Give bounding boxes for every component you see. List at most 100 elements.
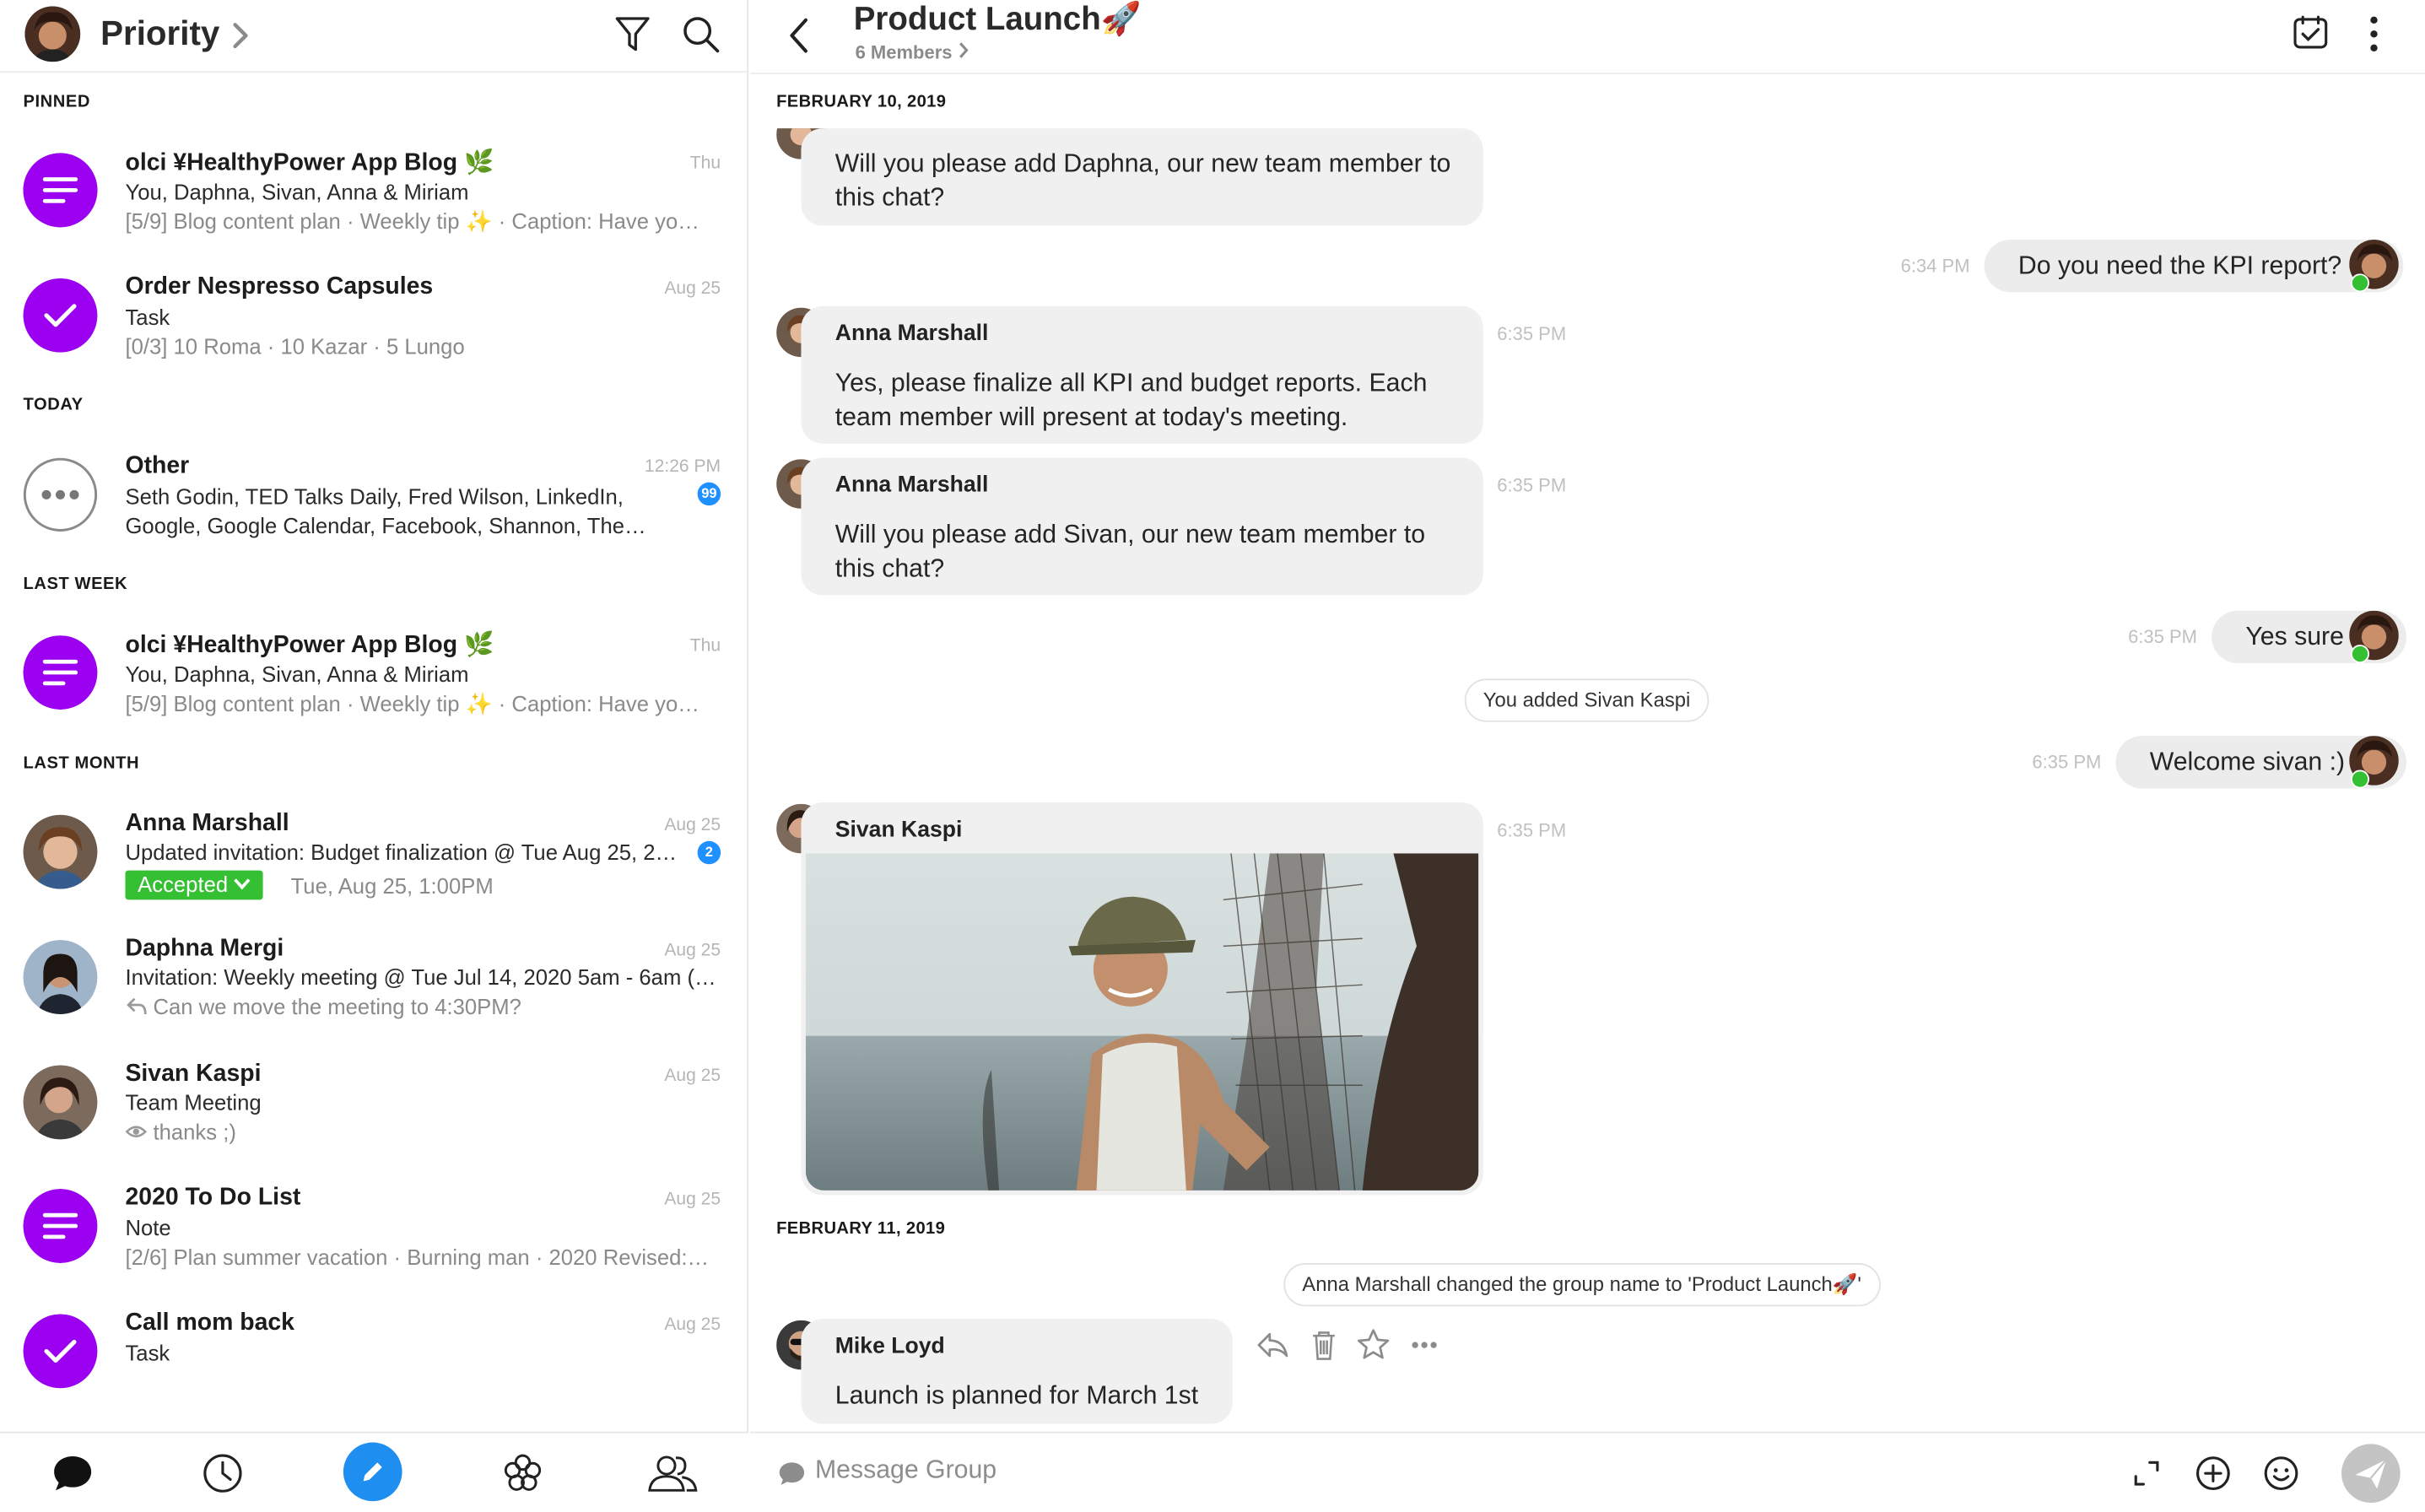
reply-icon[interactable] <box>1256 1330 1289 1361</box>
avatar <box>23 940 98 1014</box>
trash-icon[interactable] <box>1310 1330 1337 1361</box>
list-icon <box>23 635 98 710</box>
accepted-label: Accepted <box>138 872 229 897</box>
reply-icon <box>127 997 147 1015</box>
system-message: Anna Marshall changed the group name to … <box>1283 1262 1880 1307</box>
conversation-item[interactable]: Anna Marshall Updated invitation: Budget… <box>0 801 748 925</box>
message-bubble[interactable]: Sivan Kaspi <box>801 802 1483 1196</box>
task-check-icon[interactable] <box>2292 14 2329 51</box>
add-icon[interactable] <box>2195 1455 2232 1492</box>
message-text: Will you please add Sivan, our new team … <box>834 521 1426 583</box>
chat-title[interactable]: Product Launch🚀 <box>854 2 1142 39</box>
back-icon[interactable] <box>784 15 815 56</box>
nav-groups[interactable] <box>495 1445 551 1501</box>
message-bubble[interactable]: Anna Marshall Will you please add Sivan,… <box>801 457 1483 596</box>
message-bubble-outgoing[interactable]: Do you need the KPI report? <box>1984 240 2404 293</box>
message-bubble[interactable]: Will you please add Daphna, our new team… <box>801 128 1483 226</box>
emoji-icon[interactable] <box>2263 1455 2300 1492</box>
people-icon <box>648 1455 698 1492</box>
message-text: Will you please add Daphna, our new team… <box>834 149 1451 213</box>
conversation-time: Aug 25 <box>664 816 721 835</box>
message-text: Yes, please finalize all KPI and budget … <box>834 369 1428 432</box>
conversation-name: Order Nespresso Capsules <box>125 273 434 300</box>
message-text: Yes sure <box>2245 623 2344 651</box>
message-bubble[interactable]: Anna Marshall Yes, please finalize all K… <box>801 305 1483 444</box>
conversation-item[interactable]: Sivan Kaspi Team Meeting thanks ;) Aug 2… <box>0 1051 748 1175</box>
bottom-navigation <box>0 1431 749 1512</box>
message-time: 6:34 PM <box>1900 255 1970 277</box>
conversation-preview: [0/3] 10 Roma · 10 Kazar · 5 Lungo <box>125 333 465 359</box>
check-icon <box>23 1314 98 1389</box>
conversation-time: Aug 25 <box>664 279 721 299</box>
conversation-name: 2020 To Do List <box>125 1184 301 1211</box>
flower-icon <box>504 1454 542 1491</box>
chat-bubble-icon <box>54 1456 92 1491</box>
unread-badge: 2 <box>697 840 721 865</box>
user-avatar[interactable] <box>24 6 81 62</box>
more-horizontal-icon <box>23 457 98 532</box>
message-input[interactable]: Message Group <box>815 1456 996 1486</box>
conversation-time: Aug 25 <box>664 941 721 960</box>
photo-attachment[interactable] <box>805 853 1479 1191</box>
unread-badge: 99 <box>697 482 721 506</box>
date-separator: FEBRUARY 11, 2019 <box>776 1219 946 1239</box>
conversation-item[interactable]: olci ¥HealthyPower App Blog 🌿 You, Daphn… <box>0 622 748 746</box>
conversation-type: Task <box>125 304 170 330</box>
members-count: 6 Members <box>855 41 953 64</box>
nav-recent[interactable] <box>195 1445 251 1501</box>
filter-icon[interactable] <box>613 14 653 54</box>
message-time: 6:35 PM <box>2032 751 2102 774</box>
date-separator: FEBRUARY 10, 2019 <box>776 92 947 111</box>
conversation-item[interactable]: Order Nespresso Capsules Task [0/3] 10 R… <box>0 264 748 388</box>
nav-compose[interactable] <box>343 1442 402 1502</box>
seen-indicator <box>2351 770 2370 789</box>
conversation-preview: Invitation: Weekly meeting @ Tue Jul 14,… <box>125 964 716 990</box>
conversation-item[interactable]: Daphna Mergi Invitation: Weekly meeting … <box>0 926 748 1050</box>
avatar <box>23 814 98 889</box>
conversation-item[interactable]: Call mom back Task Aug 25 <box>0 1300 748 1424</box>
conversation-participants-more: Google, Google Calendar, Facebook, Shann… <box>125 513 646 538</box>
nav-chats[interactable] <box>45 1445 100 1501</box>
send-icon[interactable] <box>2340 1443 2401 1504</box>
seen-indicator <box>2351 273 2370 293</box>
list-icon <box>23 1189 98 1263</box>
message-time: 6:35 PM <box>1497 322 1567 345</box>
conversation-name: Daphna Mergi <box>125 935 284 962</box>
more-vertical-icon[interactable] <box>2366 14 2381 54</box>
star-icon[interactable] <box>1356 1328 1390 1360</box>
message-bubble[interactable]: Mike Loyd Launch is planned for March 1s… <box>801 1318 1233 1424</box>
section-label-today: TODAY <box>23 396 84 415</box>
message-sender: Anna Marshall <box>834 321 989 347</box>
nav-contacts[interactable] <box>645 1445 700 1501</box>
conversation-participants: Seth Godin, TED Talks Daily, Fred Wilson… <box>125 483 624 509</box>
message-text: Welcome sivan :) <box>2149 748 2346 776</box>
chevron-right-icon <box>959 42 969 58</box>
message-text: Do you need the KPI report? <box>2017 251 2342 280</box>
system-message: You added Sivan Kaspi <box>1464 678 1709 722</box>
message-time: 6:35 PM <box>2128 626 2198 648</box>
check-icon <box>23 278 98 353</box>
seen-indicator <box>2351 645 2370 664</box>
event-datetime: Tue, Aug 25, 1:00PM <box>290 873 494 899</box>
accepted-button[interactable]: Accepted <box>125 870 264 900</box>
message-sender: Anna Marshall <box>834 472 989 499</box>
chevron-right-icon[interactable] <box>229 19 251 52</box>
pencil-icon <box>363 1462 382 1482</box>
chat-bubble-icon <box>779 1462 805 1485</box>
conversation-item[interactable]: 2020 To Do List Note [2/6] Plan summer v… <box>0 1175 748 1299</box>
conversation-name: olci ¥HealthyPower App Blog 🌿 <box>125 149 494 176</box>
conversation-participants: You, Daphna, Sivan, Anna & Miriam <box>125 662 469 687</box>
seen-eye-icon <box>125 1126 148 1138</box>
message-time: 6:35 PM <box>1497 819 1567 841</box>
expand-icon[interactable] <box>2131 1458 2163 1489</box>
more-horizontal-icon[interactable] <box>1411 1341 1439 1350</box>
conversation-item[interactable]: olci ¥HealthyPower App Blog 🌿 You, Daphn… <box>0 139 748 263</box>
conversation-time: Thu <box>689 636 721 656</box>
search-icon[interactable] <box>680 14 721 54</box>
list-header: Priority <box>0 0 749 73</box>
conversation-item[interactable]: Other Seth Godin, TED Talks Daily, Fred … <box>0 444 748 568</box>
conversation-type: Note <box>125 1215 171 1240</box>
conversation-preview: [5/9] Blog content plan · Weekly tip ✨ ·… <box>125 208 699 234</box>
app-title[interactable]: Priority <box>100 14 219 54</box>
members-link[interactable]: 6 Members <box>856 41 970 63</box>
